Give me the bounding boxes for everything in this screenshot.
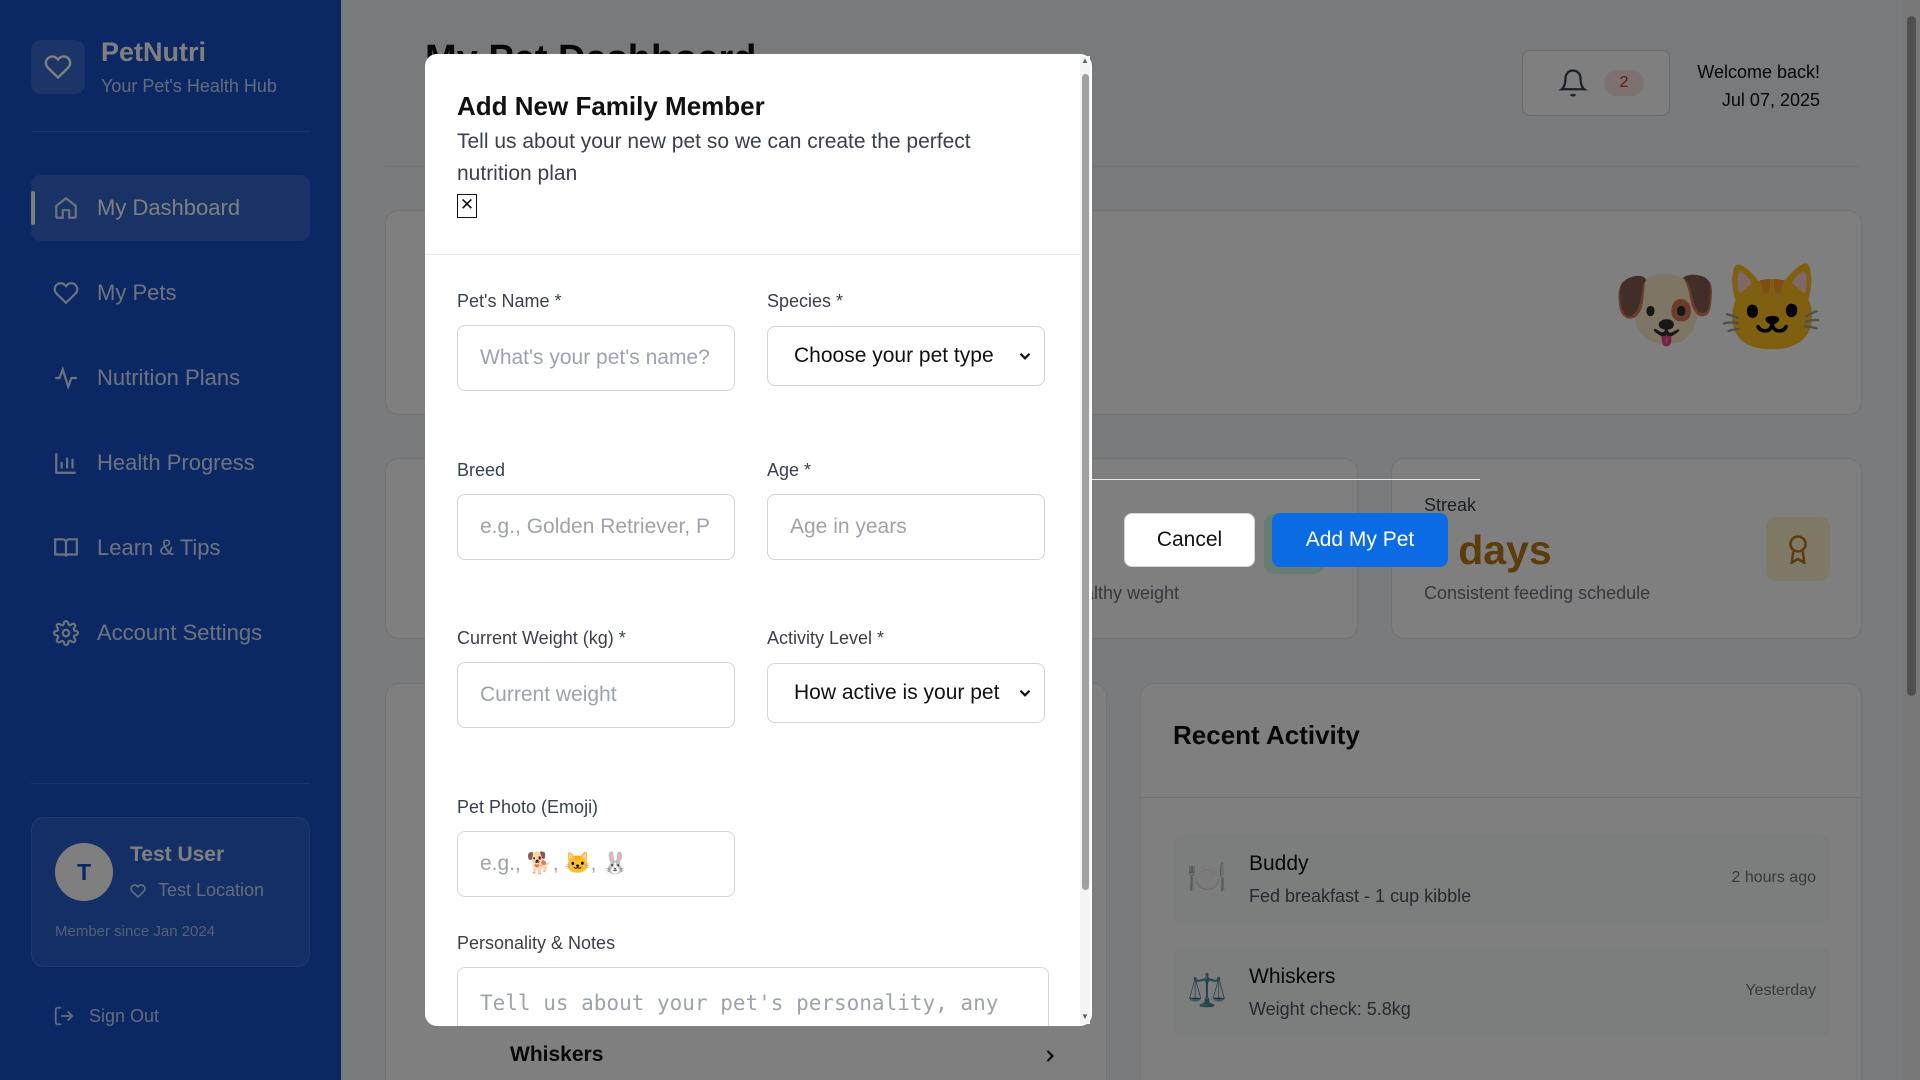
activity-level-value: How active is your pet [794, 681, 1000, 704]
pet-name-input[interactable]: What's your pet's name? [457, 325, 735, 391]
breed-input[interactable]: e.g., Golden Retriever, P [457, 494, 735, 560]
chevron-down-icon [1019, 352, 1031, 360]
species-select-value: Choose your pet type [794, 344, 994, 367]
modal-title: Add New Family Member [457, 91, 765, 121]
notes-textarea[interactable]: Tell us about your pet's personality, an… [457, 967, 1049, 1026]
notes-label: Personality & Notes [457, 933, 616, 953]
activity-level-label: Activity Level * [767, 628, 885, 648]
add-my-pet-button[interactable]: Add My Pet [1272, 513, 1448, 567]
add-pet-modal: Add New Family Member Tell us about your… [425, 54, 1092, 1026]
close-icon[interactable]: ✕ [457, 194, 477, 218]
species-label: Species * [767, 291, 844, 311]
actions-divider [1092, 479, 1480, 480]
activity-level-select[interactable]: How active is your pet [767, 663, 1045, 723]
scroll-down-arrow-icon[interactable]: ▼ [1081, 1012, 1089, 1021]
cancel-button[interactable]: Cancel [1124, 513, 1255, 567]
modal-header: Add New Family Member Tell us about your… [425, 54, 1080, 255]
breed-label: Breed [457, 460, 506, 480]
chevron-down-icon [1019, 689, 1031, 697]
modal-subtitle: Tell us about your new pet so we can cre… [457, 130, 971, 185]
modal-scrollbar[interactable]: ▲ ▼ [1080, 56, 1090, 1024]
modal-scrollbar-thumb[interactable] [1082, 74, 1089, 890]
weight-input[interactable]: Current weight [457, 662, 735, 728]
age-label: Age * [767, 460, 812, 480]
weight-label: Current Weight (kg) * [457, 628, 626, 648]
pet-photo-label: Pet Photo (Emoji) [457, 797, 599, 817]
scroll-up-arrow-icon[interactable]: ▲ [1081, 56, 1089, 65]
age-input[interactable]: Age in years [767, 494, 1045, 560]
pet-name-label: Pet's Name * [457, 291, 562, 311]
species-select[interactable]: Choose your pet type [767, 326, 1045, 386]
pet-photo-input[interactable]: e.g., 🐕, 🐱, 🐰 [457, 831, 735, 897]
